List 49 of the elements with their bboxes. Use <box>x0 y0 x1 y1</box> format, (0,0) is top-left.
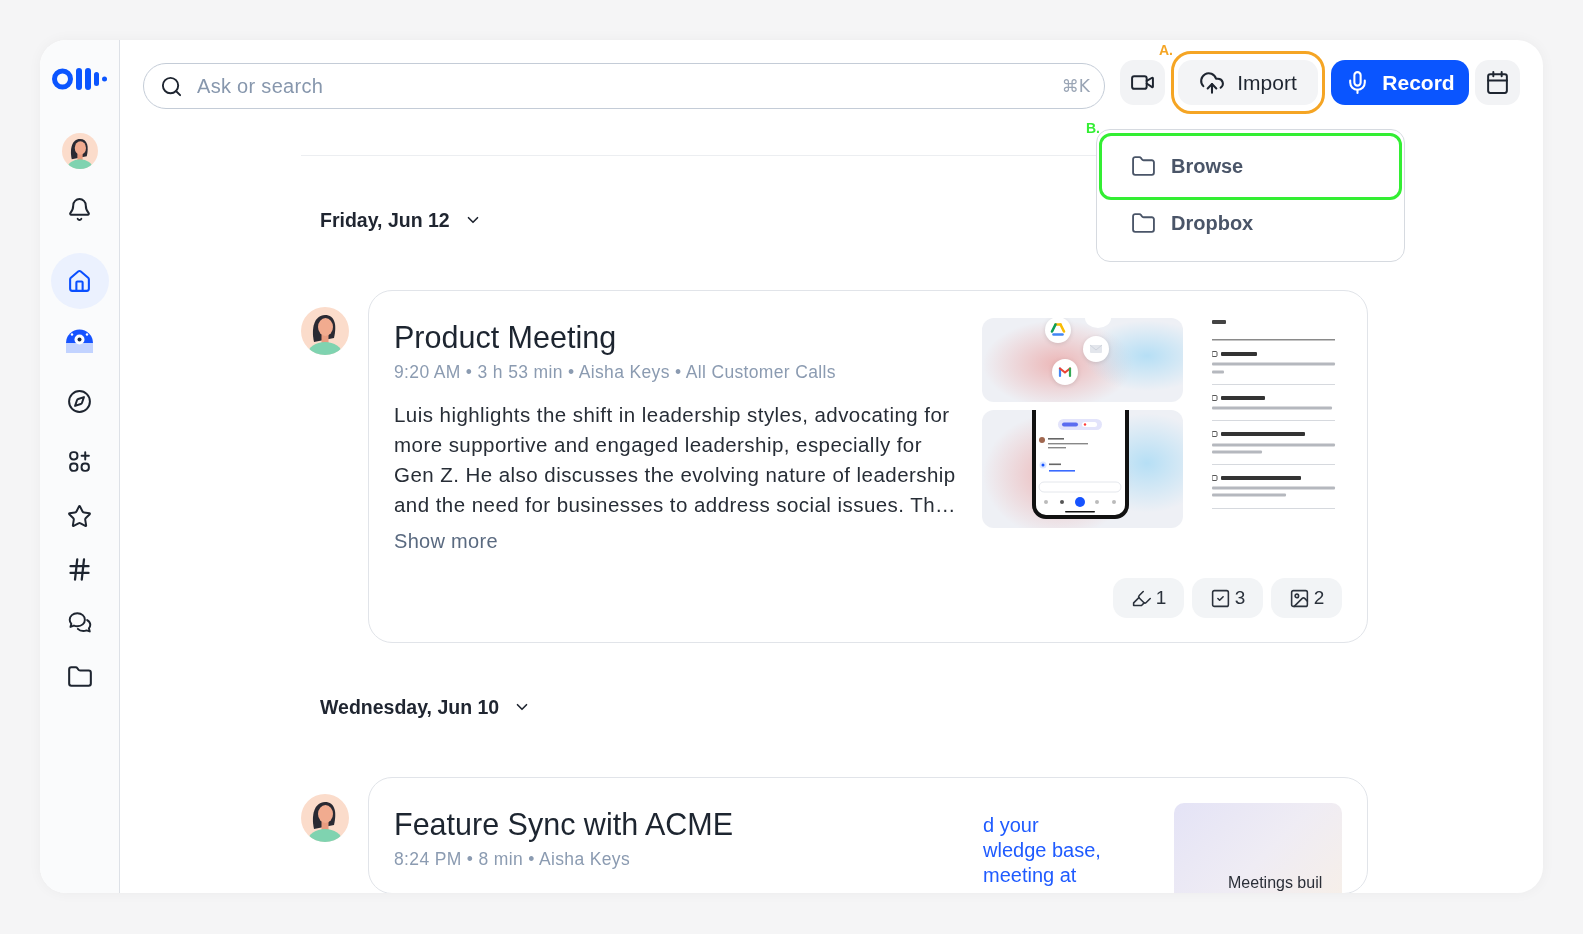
avatar-icon <box>301 794 349 842</box>
folder-icon <box>66 664 93 690</box>
folder-icon <box>1131 210 1156 236</box>
m-logo-icon <box>1052 359 1078 385</box>
slide-text: wledge base, <box>983 838 1102 863</box>
house-icon <box>67 268 92 294</box>
envelope-icon <box>1083 336 1109 362</box>
annotation-label: B. <box>1086 121 1100 135</box>
search-input[interactable]: Ask or search <box>197 72 1048 100</box>
slide-text: d your <box>983 813 1040 838</box>
calendar-button[interactable] <box>1475 60 1520 105</box>
date-group-toggle[interactable]: Wednesday, Jun 10 <box>301 687 532 727</box>
star-icon <box>67 503 92 529</box>
search-icon <box>160 74 183 98</box>
import-button[interactable]: Import <box>1178 60 1318 105</box>
attachment-count-button[interactable]: 3 <box>1192 578 1263 618</box>
calendar-icon <box>1485 70 1510 95</box>
cloud-upload-icon <box>1199 69 1226 96</box>
bell-icon <box>67 196 92 222</box>
record-button[interactable]: Record <box>1331 60 1469 105</box>
triangle-logo-icon <box>1045 318 1071 343</box>
show-more-link[interactable]: Show more <box>394 529 498 553</box>
annotation-label: A. <box>1159 43 1173 57</box>
meeting-title: Feature Sync with ACME <box>394 806 734 842</box>
apps-grid-icon <box>67 448 92 474</box>
profile-button[interactable] <box>61 133 98 169</box>
meeting-summary: Luis highlights the shift in leadership styles, advocating for more supportive and engaged leadership, especially for Gen Z. He also discusses the evolving nature of leadership and the need for businesses to address social issues. Th… <box>394 402 957 518</box>
folder-icon <box>1131 154 1156 179</box>
date-group-toggle[interactable]: Friday, Jun 12 <box>301 200 482 240</box>
menu-item[interactable]: Browse <box>1099 133 1402 200</box>
mascot-icon <box>66 327 93 353</box>
meeting-title: Product Meeting <box>394 319 618 355</box>
meeting-meta: 9:20 AM • 3 h 53 min • Aisha Keys • All Customer Calls <box>394 361 837 383</box>
hash-icon <box>66 555 93 583</box>
avatar-icon <box>61 133 98 169</box>
video-call-button[interactable] <box>1120 60 1165 105</box>
slide-text: meeting at <box>983 863 1078 888</box>
meeting-meta: 8:24 PM • 8 min • Aisha Keys <box>394 848 632 870</box>
attachment-count-button[interactable]: 2 <box>1271 578 1342 618</box>
meeting-card[interactable]: Feature Sync with ACME 8:24 PM • 8 min • Aisha Keys d your wledge base, meeting at Meetings buil <box>368 777 1368 893</box>
checkbox-icon <box>1209 587 1231 609</box>
app-logo <box>52 68 107 90</box>
attachment-count-button[interactable]: 1 <box>1113 578 1184 618</box>
compass-icon <box>67 388 92 414</box>
slide-caption: Meetings buil <box>1228 872 1323 893</box>
meeting-card[interactable] <box>368 290 1368 643</box>
shortcut-hint: ⌘K <box>1061 76 1090 96</box>
image-icon <box>1288 587 1310 609</box>
avatar-icon <box>301 307 349 355</box>
